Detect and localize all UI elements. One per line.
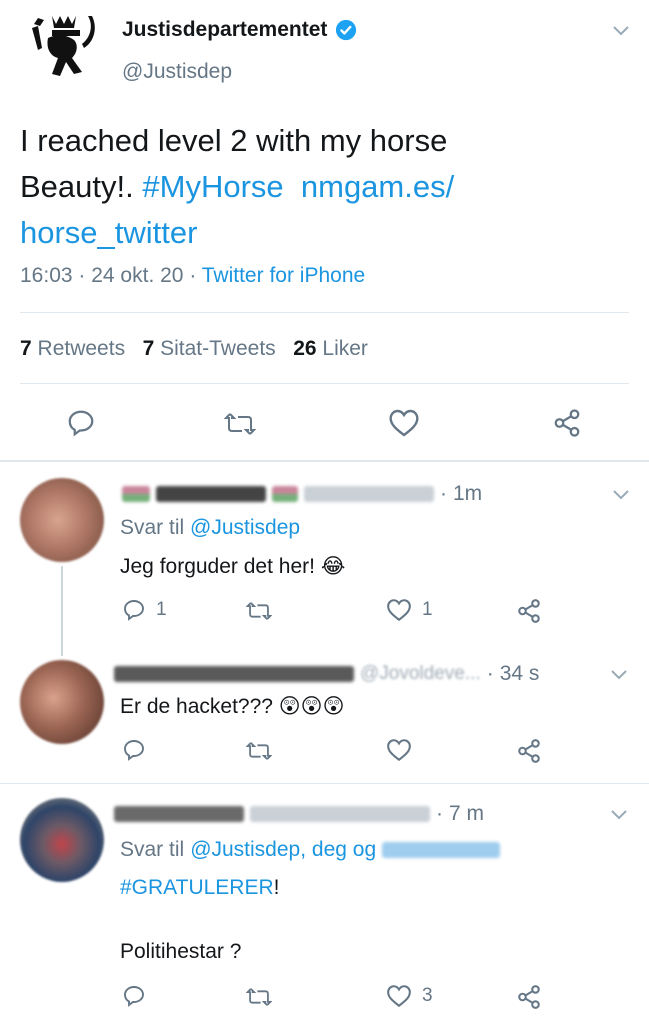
chevron-down-icon[interactable] xyxy=(612,488,630,500)
chevron-down-icon[interactable] xyxy=(610,808,628,820)
retweet-icon[interactable] xyxy=(246,600,272,622)
astonished-emoji: 😲😲😲 xyxy=(278,695,345,718)
reply-icon[interactable] xyxy=(122,738,146,762)
redacted-handle xyxy=(304,486,434,502)
tweet-meta: 16:03 · 24 okt. 20 · Twitter for iPhone xyxy=(20,264,366,287)
reply-to-link[interactable]: @Justisdep, deg og xyxy=(190,838,376,862)
like-count: 1 xyxy=(422,599,433,620)
like-icon[interactable] xyxy=(386,598,412,622)
divider xyxy=(0,783,649,784)
hashtag-link[interactable]: #MyHorse xyxy=(142,169,283,204)
like-count: 3 xyxy=(422,985,433,1006)
reply-avatar[interactable] xyxy=(20,478,104,562)
likes-stat[interactable]: 26 Liker xyxy=(293,337,368,360)
reply-icon[interactable] xyxy=(66,408,96,438)
reply-to-line: Svar til @Justisdep, deg og xyxy=(120,838,501,862)
chevron-down-icon[interactable] xyxy=(610,668,628,680)
redacted-name xyxy=(114,806,244,822)
reply-icon[interactable] xyxy=(122,598,146,622)
tweet-text-line1: I reached level 2 with my horse xyxy=(20,123,448,158)
redacted-name xyxy=(122,486,150,502)
reply-header: · 7 m xyxy=(114,802,484,826)
reply-header: @Jovoldeve... · 34 s xyxy=(114,662,539,686)
url-link-part2[interactable]: horse_twitter xyxy=(20,215,197,250)
share-icon[interactable] xyxy=(552,408,582,438)
reply-text: Er de hacket??? 😲😲😲 xyxy=(120,695,345,718)
reply-handle-fragment: @Jovoldeve... xyxy=(360,663,481,684)
redacted-handle xyxy=(382,842,501,858)
hashtag-link[interactable]: #GRATULERER xyxy=(120,876,274,899)
thread-line xyxy=(61,566,63,656)
retweet-icon[interactable] xyxy=(246,740,272,762)
tweet-date: 24 okt. 20 xyxy=(91,264,184,287)
redacted-name xyxy=(156,486,266,502)
tweet-text-line2: Beauty!. xyxy=(20,169,134,204)
share-icon[interactable] xyxy=(516,598,542,624)
share-icon[interactable] xyxy=(516,984,542,1010)
reply-count: 1 xyxy=(156,599,167,620)
chevron-down-icon[interactable] xyxy=(612,24,630,36)
reply-time: 1m xyxy=(453,482,483,505)
tweet-stats: 7 Retweets 7 Sitat-Tweets 26 Liker xyxy=(20,337,368,361)
retweets-stat[interactable]: 7 Retweets xyxy=(20,337,125,360)
reply-to-line: Svar til @Justisdep xyxy=(120,516,301,539)
verified-badge-icon xyxy=(335,19,357,41)
share-icon[interactable] xyxy=(516,738,542,764)
author-handle[interactable]: @Justisdep xyxy=(122,60,232,84)
redacted-handle xyxy=(250,806,430,822)
section-divider xyxy=(0,460,649,462)
reply-to-link[interactable]: @Justisdep xyxy=(190,516,300,539)
reply-time: 7 m xyxy=(449,802,485,825)
reply-header: · 1m xyxy=(122,482,482,506)
reply-text: Politihestar ? xyxy=(120,940,242,963)
reply-avatar[interactable] xyxy=(20,660,104,744)
quotes-stat[interactable]: 7 Sitat-Tweets xyxy=(143,337,276,360)
url-link-part1[interactable]: nmgam.es/ xyxy=(301,169,454,204)
joy-emoji: 😂 xyxy=(320,555,346,578)
like-icon[interactable] xyxy=(388,408,420,438)
divider xyxy=(20,383,629,384)
divider xyxy=(20,312,629,313)
tweet-time: 16:03 xyxy=(20,264,73,287)
reply-avatar[interactable] xyxy=(20,798,104,882)
tweet-text: I reached level 2 with my horse Beauty!.… xyxy=(20,118,620,256)
reply-hashtag-line: #GRATULERER! xyxy=(120,876,280,899)
like-icon[interactable] xyxy=(386,984,412,1008)
tweet-source[interactable]: Twitter for iPhone xyxy=(202,264,365,287)
reply-time: 34 s xyxy=(499,662,540,685)
like-icon[interactable] xyxy=(386,738,412,762)
retweet-icon[interactable] xyxy=(224,410,256,438)
reply-text: Jeg forguder det her! 😂 xyxy=(120,555,346,578)
coat-of-arms-icon xyxy=(32,16,95,76)
reply-icon[interactable] xyxy=(122,984,146,1008)
author-name[interactable]: Justisdepartementet xyxy=(122,18,327,42)
author-avatar[interactable] xyxy=(22,8,106,92)
retweet-icon[interactable] xyxy=(246,986,272,1008)
redacted-name xyxy=(114,666,354,682)
redacted-name xyxy=(272,486,298,502)
